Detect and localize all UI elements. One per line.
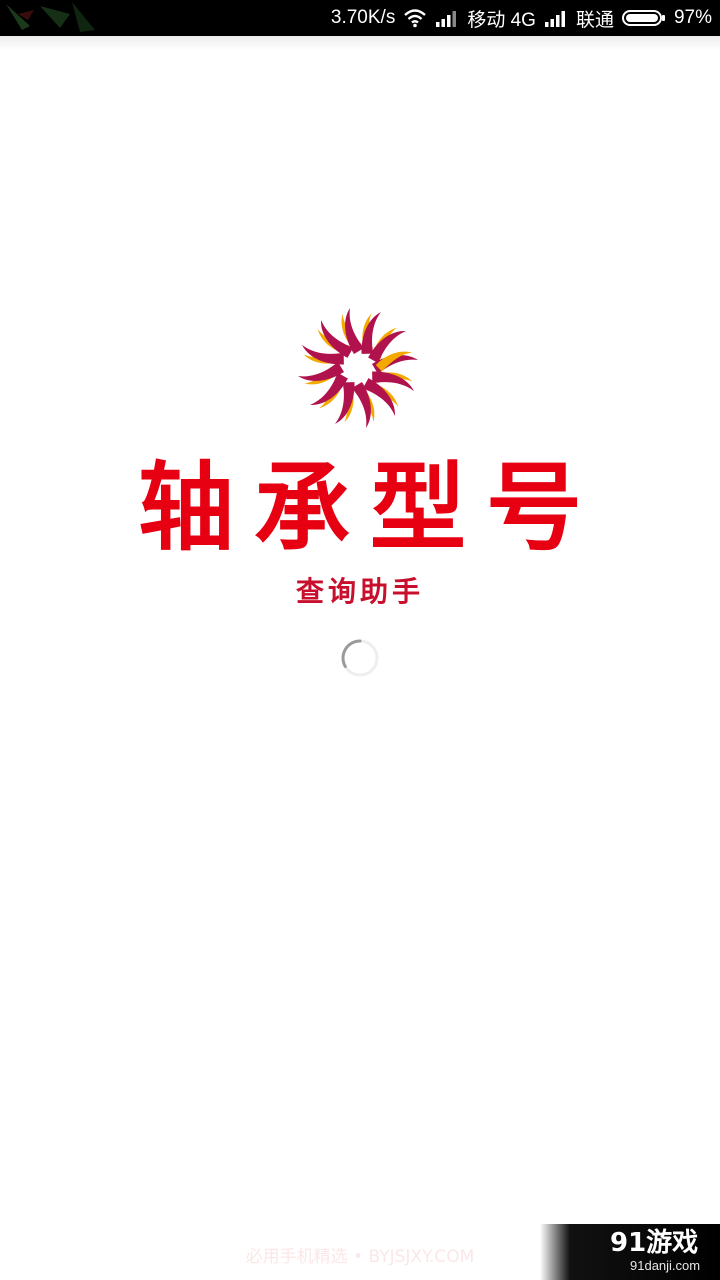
status-bar-shadow bbox=[0, 36, 720, 50]
watermark-url: 91danji.com bbox=[630, 1258, 701, 1273]
wifi-icon bbox=[404, 9, 427, 28]
carrier-2: 联通 bbox=[575, 9, 614, 31]
status-bar-art-icon bbox=[6, 2, 95, 32]
loading-spinner-icon bbox=[341, 639, 379, 677]
splash-screen: 3.70K/s 移动 4G 联通 97% 轴承型号 查询助手 必用手机精选 • … bbox=[0, 0, 720, 1280]
watermark-logo: 91游戏 bbox=[610, 1228, 699, 1258]
battery-percent: 97% bbox=[673, 7, 712, 28]
status-right: 3.70K/s 移动 4G 联通 97% bbox=[331, 0, 712, 36]
app-logo-icon bbox=[298, 308, 418, 428]
network-speed: 3.70K/s bbox=[330, 7, 396, 28]
carrier-1: 移动 4G bbox=[467, 9, 536, 31]
app-subtitle: 查询助手 bbox=[295, 575, 424, 608]
app-title: 轴承型号 bbox=[138, 451, 602, 564]
signal-icon bbox=[544, 11, 565, 27]
status-bar: 3.70K/s 移动 4G 联通 97% bbox=[0, 0, 720, 36]
battery-icon bbox=[621, 10, 665, 26]
watermark: 91游戏 91danji.com bbox=[540, 1224, 720, 1280]
signal-icon bbox=[436, 11, 457, 27]
